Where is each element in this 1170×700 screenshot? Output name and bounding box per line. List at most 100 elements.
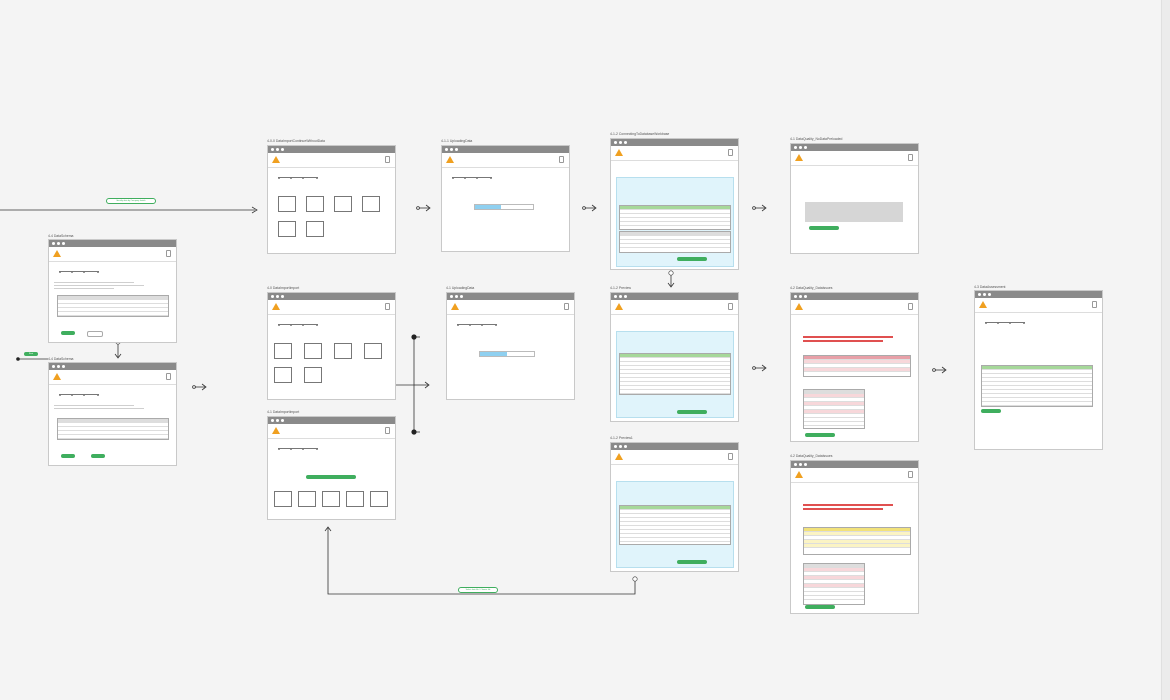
user-icon[interactable] <box>166 250 171 257</box>
logo-icon <box>795 471 803 478</box>
user-icon[interactable] <box>728 303 733 310</box>
frame-title: 4-1-1 UploadingData <box>441 139 473 143</box>
frame-title: 4-0-0 DataImportContinueWithoutData <box>267 139 325 143</box>
logo-icon <box>53 373 61 380</box>
logo-icon <box>272 303 280 310</box>
confirm-button[interactable] <box>91 454 105 458</box>
logo-icon <box>795 154 803 161</box>
user-icon[interactable] <box>559 156 564 163</box>
frame-title: 4-4 DataSchema <box>48 357 74 361</box>
stepper <box>278 323 318 327</box>
logo-icon <box>451 303 459 310</box>
flow-link-top[interactable]: Identify data by Company details <box>106 198 156 204</box>
preview-table <box>619 505 731 545</box>
stepper <box>457 323 497 327</box>
user-icon[interactable] <box>385 303 390 310</box>
source-card-api[interactable] <box>334 196 352 212</box>
continue-button[interactable] <box>677 257 707 261</box>
user-icon[interactable] <box>908 154 913 161</box>
logo-icon <box>795 303 803 310</box>
screen-connecting-database <box>610 138 739 270</box>
stepper <box>278 447 318 451</box>
logo-icon <box>446 156 454 163</box>
source-card-other[interactable] <box>364 343 382 359</box>
continue-button[interactable] <box>981 409 1001 413</box>
user-icon[interactable] <box>1092 301 1097 308</box>
source-card-cloud[interactable] <box>278 221 296 237</box>
source-card-sql[interactable] <box>304 343 322 359</box>
upload-progress <box>474 204 534 210</box>
upload-progress <box>479 351 535 357</box>
user-icon[interactable] <box>564 303 569 310</box>
design-canvas: Identify data by Company details Start S… <box>0 0 1170 700</box>
logo-icon <box>272 427 280 434</box>
vertical-scrollbar[interactable] <box>1161 0 1170 700</box>
stepper <box>59 393 99 397</box>
connector-origin <box>668 270 674 276</box>
quality-summary-box <box>805 202 903 222</box>
source-card-file[interactable] <box>274 343 292 359</box>
screen-quality-issues-2 <box>790 460 919 614</box>
user-icon[interactable] <box>908 303 913 310</box>
source-card-file[interactable] <box>278 196 296 212</box>
source-card-existing[interactable] <box>304 367 322 383</box>
frame-title: 4-1 UploadingData <box>446 286 475 290</box>
continue-button[interactable] <box>805 605 835 609</box>
source-card-sql[interactable] <box>298 491 316 507</box>
screen-data-schema-2 <box>48 362 177 466</box>
continue-button[interactable] <box>677 410 707 414</box>
logo-icon <box>272 156 280 163</box>
screen-quality-issues <box>790 292 919 442</box>
variables-table <box>803 389 865 429</box>
frame-title: 4-3 DataAssessment <box>974 285 1006 289</box>
user-icon[interactable] <box>385 427 390 434</box>
source-card-existing[interactable] <box>306 221 324 237</box>
source-card-cloud[interactable] <box>370 491 388 507</box>
screen-preview <box>610 292 739 422</box>
flow-link-bottom[interactable]: Select data file / Choose file <box>458 587 498 593</box>
screen-uploading-data-2 <box>446 292 575 400</box>
continue-button[interactable] <box>805 433 835 437</box>
continue-button[interactable] <box>809 226 839 230</box>
start-badge[interactable]: Start <box>24 352 38 356</box>
schema-table <box>57 418 169 440</box>
source-card-other[interactable] <box>346 491 364 507</box>
screen-data-import-2 <box>267 416 396 520</box>
screen-uploading-data <box>441 145 570 252</box>
source-card-file[interactable] <box>274 491 292 507</box>
back-button[interactable] <box>87 331 103 337</box>
frame-title: 4-1-2 ConnectingToDatabaseWorkbase <box>610 132 670 136</box>
mapping-table-2 <box>619 231 731 253</box>
frame-title: 4-4 DataSchema <box>48 234 74 238</box>
next-button[interactable] <box>61 454 75 458</box>
user-icon[interactable] <box>728 149 733 156</box>
screen-import-continue <box>267 145 396 254</box>
stepper <box>278 176 318 180</box>
user-icon[interactable] <box>166 373 171 380</box>
start-dot <box>16 357 20 361</box>
logo-icon <box>979 301 987 308</box>
source-card-other[interactable] <box>362 196 380 212</box>
frame-title: 4-1-2 Preview <box>610 286 631 290</box>
user-icon[interactable] <box>908 471 913 478</box>
assessment-table <box>981 365 1093 407</box>
logo-icon <box>615 149 623 156</box>
schema-table <box>57 295 169 317</box>
frame-title: 4-2 DataQuality_DataIssues <box>790 454 833 458</box>
source-card-api[interactable] <box>322 491 340 507</box>
source-card-cloud[interactable] <box>274 367 292 383</box>
mapping-table <box>619 205 731 230</box>
frame-title: 4-1 DataQuality_NoDataPreloaded <box>790 137 843 141</box>
source-card-sql[interactable] <box>306 196 324 212</box>
source-card-api[interactable] <box>334 343 352 359</box>
variables-table <box>803 563 865 605</box>
start-badge-label: Start <box>28 353 34 355</box>
preview-table <box>619 353 731 395</box>
continue-button[interactable] <box>677 560 707 564</box>
user-icon[interactable] <box>385 156 390 163</box>
screen-preview-2 <box>610 442 739 572</box>
user-icon[interactable] <box>728 453 733 460</box>
upload-button[interactable] <box>306 475 356 479</box>
next-button[interactable] <box>61 331 75 335</box>
stepper <box>452 176 492 180</box>
